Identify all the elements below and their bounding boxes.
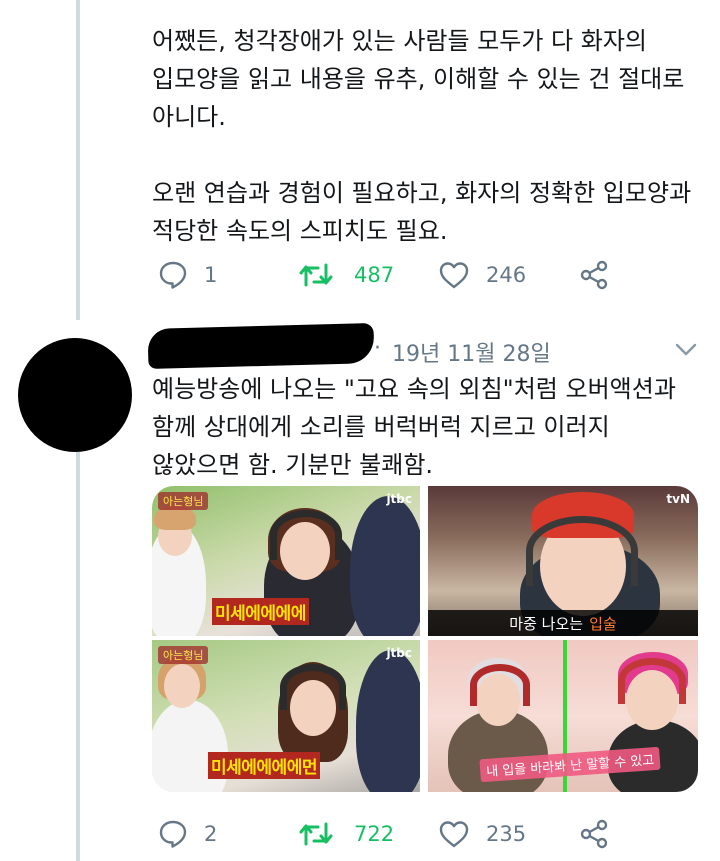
reply-count: 1 bbox=[204, 263, 218, 287]
channel-logo: jtbc bbox=[386, 646, 412, 660]
media-image[interactable]: 아는형님 jtbc 미세에에에에먼 bbox=[152, 640, 420, 792]
share-button[interactable] bbox=[578, 255, 610, 295]
headphones bbox=[618, 658, 686, 704]
tweet-actions: 2 722 235 bbox=[152, 814, 672, 854]
tweet-body: 예능방송에 나오는 "고요 속의 외침"처럼 오버액션과 함께 상대에게 소리를… bbox=[152, 375, 676, 479]
channel-logo: jtbc bbox=[386, 492, 412, 506]
show-badge: 아는형님 bbox=[158, 646, 209, 664]
tweet-date[interactable]: 19년 11월 28일 bbox=[392, 336, 551, 368]
thread-connector-top bbox=[76, 0, 80, 320]
media-grid[interactable]: 아는형님 jtbc 미세에에에에 아는형님 jtbc 미세에에에에먼 tvN 마… bbox=[152, 486, 698, 792]
retweet-button[interactable]: 722 bbox=[298, 814, 394, 854]
like-button[interactable]: 246 bbox=[438, 255, 526, 295]
subtitle-caption: 마중 나오는 입술 bbox=[428, 610, 698, 636]
reply-button[interactable]: 1 bbox=[158, 255, 217, 295]
redacted-username bbox=[147, 323, 375, 369]
media-image[interactable]: 내 입을 바라봐 난 말할 수 있고 bbox=[428, 640, 698, 792]
retweet-count: 487 bbox=[354, 263, 395, 287]
thread-connector-bottom bbox=[76, 452, 80, 861]
headphones bbox=[270, 510, 342, 560]
retweet-icon bbox=[298, 260, 334, 290]
like-count: 235 bbox=[486, 822, 527, 846]
share-icon bbox=[578, 818, 610, 850]
headphones bbox=[470, 664, 530, 706]
person-figure bbox=[356, 650, 420, 792]
reply-icon bbox=[158, 819, 188, 849]
reply-count: 2 bbox=[204, 822, 218, 846]
media-image[interactable]: 아는형님 jtbc 미세에에에에 bbox=[152, 486, 420, 636]
reply-icon bbox=[158, 260, 188, 290]
person-face bbox=[164, 664, 200, 708]
show-badge: 아는형님 bbox=[158, 492, 209, 510]
header-separator: · bbox=[374, 336, 381, 361]
share-icon bbox=[578, 259, 610, 291]
channel-logo: tvN bbox=[666, 492, 690, 506]
chevron-down-icon[interactable] bbox=[674, 342, 698, 358]
retweet-button[interactable]: 487 bbox=[298, 255, 394, 295]
like-count: 246 bbox=[486, 263, 527, 287]
retweet-count: 722 bbox=[354, 822, 395, 846]
headphones bbox=[526, 516, 638, 586]
reply-button[interactable]: 2 bbox=[158, 814, 217, 854]
share-button[interactable] bbox=[578, 814, 610, 854]
like-icon bbox=[438, 819, 470, 849]
like-button[interactable]: 235 bbox=[438, 814, 526, 854]
like-icon bbox=[438, 260, 470, 290]
avatar[interactable] bbox=[18, 338, 132, 452]
tweet-body: 어쨌든, 청각장애가 있는 사람들 모두가 다 화자의 입모양을 읽고 내용을 … bbox=[152, 27, 692, 245]
person-figure bbox=[350, 496, 420, 636]
headphones bbox=[280, 664, 346, 710]
subtitle-caption: 미세에에에에먼 bbox=[208, 752, 320, 779]
media-image[interactable]: tvN 마중 나오는 입술 bbox=[428, 486, 698, 636]
tweet-actions: 1 487 246 bbox=[152, 255, 672, 295]
subtitle-caption: 미세에에에에 bbox=[212, 598, 309, 625]
retweet-icon bbox=[298, 819, 334, 849]
